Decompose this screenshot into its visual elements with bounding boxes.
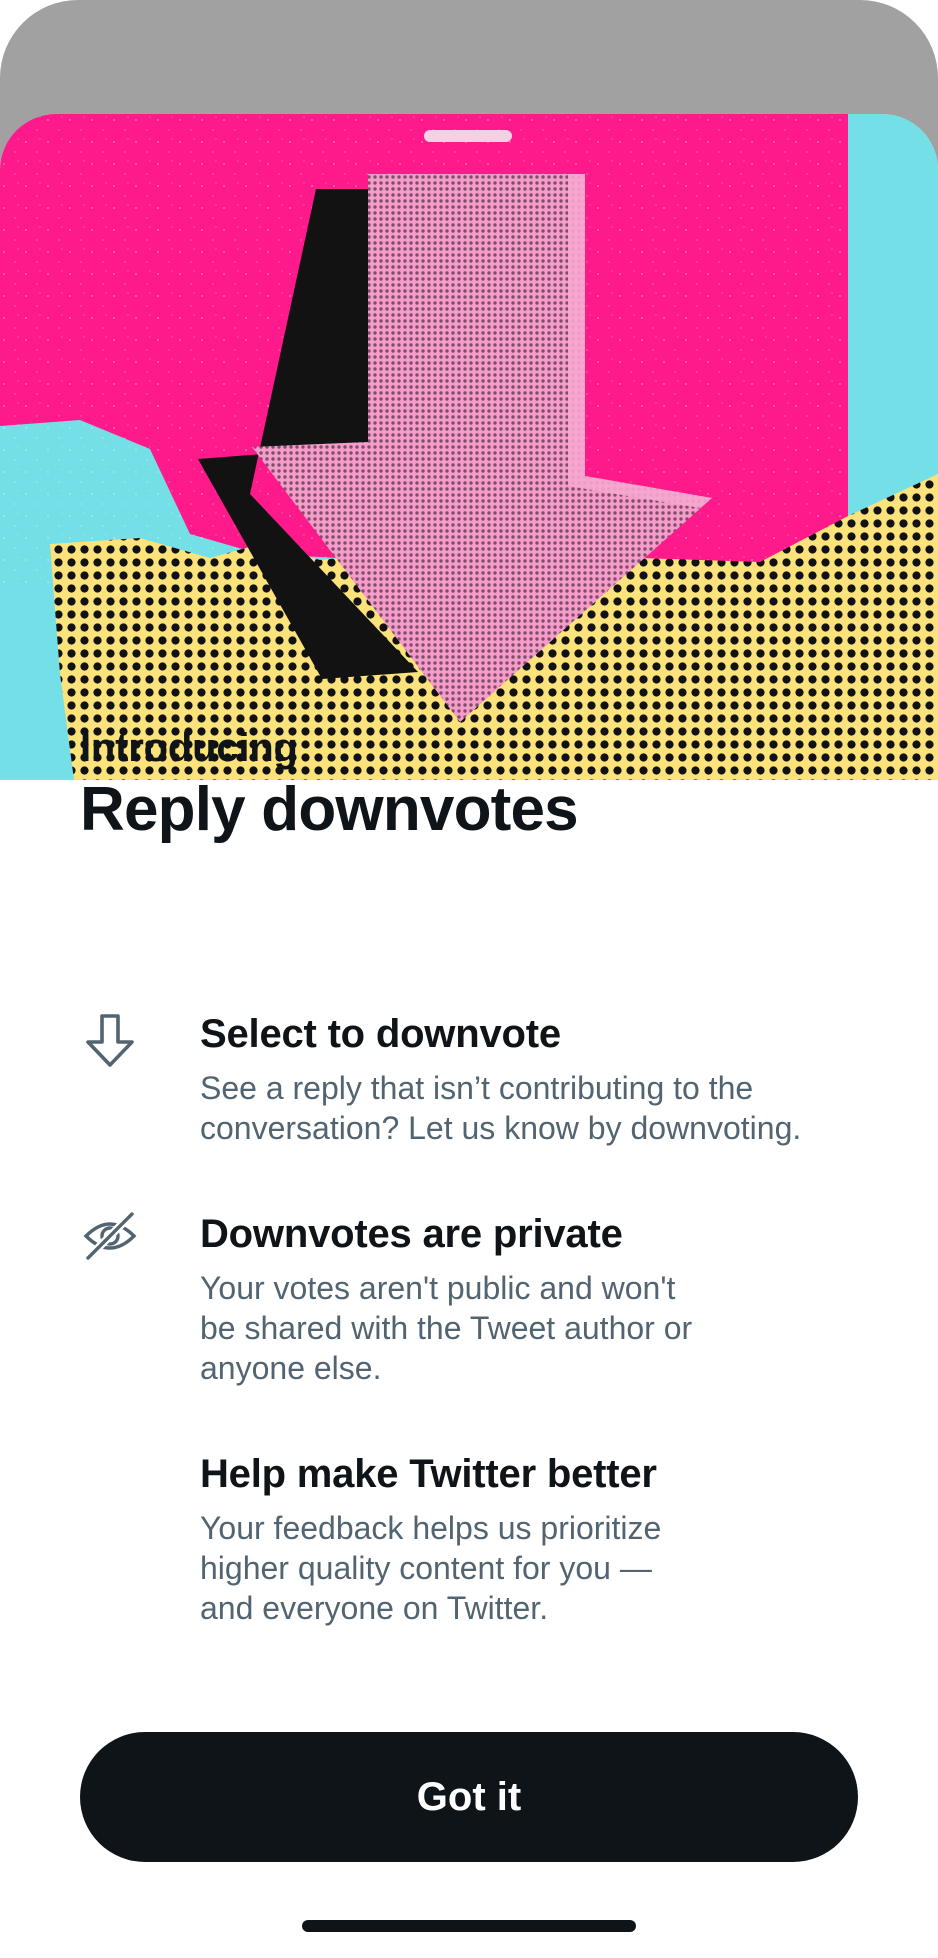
feature-title: Downvotes are private xyxy=(200,1212,623,1256)
feature-title: Help make Twitter better xyxy=(200,1452,657,1496)
hero-illustration xyxy=(0,114,938,780)
feature-title: Select to downvote xyxy=(200,1012,561,1056)
feature-description: See a reply that isn’t contributing to t… xyxy=(200,1070,802,1146)
bottom-sheet: Introducing Reply downvotes Select to do… xyxy=(0,114,938,1958)
feature-description: Your feedback helps us prioritize higher… xyxy=(200,1510,662,1626)
page-title: Reply downvotes xyxy=(80,775,579,844)
feature-description: Your votes aren't public and won't be sh… xyxy=(200,1270,693,1386)
eye-slash-icon xyxy=(80,1206,140,1266)
downvotes-intro-screen: Introducing Reply downvotes Select to do… xyxy=(0,0,938,1958)
home-indicator[interactable] xyxy=(302,1920,636,1932)
got-it-button[interactable]: Got it xyxy=(80,1732,858,1862)
intro-label: Introducing xyxy=(80,726,298,770)
sheet-grabber-handle[interactable] xyxy=(424,130,512,142)
arrow-down-icon xyxy=(80,1010,140,1070)
